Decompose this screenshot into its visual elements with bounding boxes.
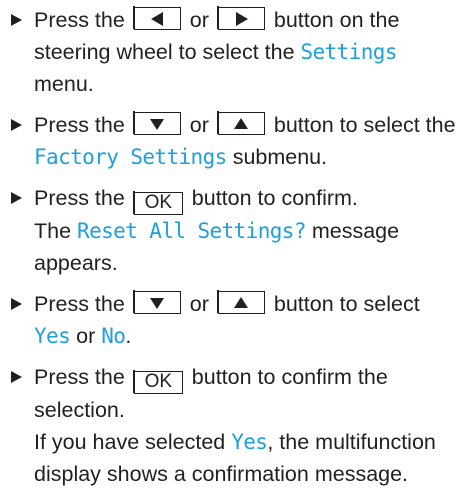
step-line: If you have selected Yes, the multifunct… xyxy=(34,426,464,458)
step-text: If you have selected xyxy=(34,430,226,454)
down-button-key xyxy=(133,290,181,314)
right-button-key xyxy=(217,6,265,30)
step-line: display shows a confirmation message. xyxy=(34,458,464,490)
step-text: appears. xyxy=(34,251,118,275)
step-text: Press the xyxy=(34,365,125,389)
step-line: Press the or button to select the xyxy=(34,109,464,141)
step-line: steering wheel to select the Settings xyxy=(34,36,464,68)
step-text: The xyxy=(34,219,72,243)
step-line: The Reset All Settings? message xyxy=(34,215,464,247)
step-text: steering wheel to select the xyxy=(34,40,295,64)
bullet-arrow-icon xyxy=(11,298,22,310)
step-text: or xyxy=(76,324,96,348)
down-button-key xyxy=(133,111,181,135)
left-button-key xyxy=(133,6,181,30)
step-select-settings-menu: Press the or button on the steering whee… xyxy=(8,4,464,100)
step-select-factory-settings: Press the or button to select the Factor… xyxy=(8,109,464,173)
up-button-key xyxy=(217,111,265,135)
step-text: Press the xyxy=(34,8,125,32)
step-text: Press the xyxy=(34,186,125,210)
ok-button-key: OK xyxy=(133,191,183,215)
up-triangle-icon xyxy=(234,117,249,129)
step-text: button on the xyxy=(273,8,400,32)
up-triangle-icon xyxy=(234,296,249,308)
down-triangle-icon xyxy=(150,297,165,309)
display-term-settings: Settings xyxy=(300,40,398,64)
display-term-yes: Yes xyxy=(231,430,268,454)
step-select-yes-or-no: Press the or button to select Yes or No. xyxy=(8,288,464,352)
instruction-steps: Press the or button on the steering whee… xyxy=(8,4,464,499)
step-text: or xyxy=(189,113,209,137)
step-line: Yes or No. xyxy=(34,320,464,352)
step-line: selection. xyxy=(34,394,464,426)
step-confirm-selection: Press the OK button to confirm the selec… xyxy=(8,361,464,490)
down-triangle-icon xyxy=(150,118,165,130)
step-confirm-reset: Press the OK button to confirm. The Rese… xyxy=(8,182,464,279)
step-line: appears. xyxy=(34,247,464,279)
step-text: . xyxy=(125,324,132,348)
step-text: button to select the xyxy=(273,113,456,137)
display-term-yes: Yes xyxy=(34,324,71,348)
step-text: Press the xyxy=(34,292,125,316)
step-text: or xyxy=(189,292,209,316)
step-line: Factory Settings submenu. xyxy=(34,141,464,173)
up-button-key xyxy=(217,290,265,314)
bullet-arrow-icon xyxy=(11,192,22,204)
ok-button-key: OK xyxy=(133,370,183,394)
bullet-arrow-icon xyxy=(11,119,22,131)
step-line: Press the or button on the xyxy=(34,4,464,36)
ok-key-label: OK xyxy=(144,371,173,392)
step-line: Press the or button to select xyxy=(34,288,464,320)
bullet-arrow-icon xyxy=(11,14,22,26)
display-term-reset-all-settings: Reset All Settings? xyxy=(77,219,306,243)
step-text: or xyxy=(189,8,209,32)
display-term-no: No xyxy=(101,324,126,348)
display-term-factory-settings: Factory Settings xyxy=(34,145,227,169)
step-text: button to select xyxy=(273,292,420,316)
step-text: selection. xyxy=(34,398,125,422)
step-text: submenu. xyxy=(232,145,328,169)
step-text: button to confirm. xyxy=(191,186,358,210)
step-text: display shows a confirmation message. xyxy=(34,462,409,486)
step-text: Press the xyxy=(34,113,125,137)
step-line: Press the OK button to confirm. xyxy=(34,182,464,215)
step-text: , the multifunction xyxy=(267,430,436,454)
ok-key-label: OK xyxy=(144,192,173,213)
left-triangle-icon xyxy=(151,11,164,26)
step-line: menu. xyxy=(34,68,464,100)
step-line: Press the OK button to confirm the xyxy=(34,361,464,394)
step-text: menu. xyxy=(34,72,94,96)
bullet-arrow-icon xyxy=(11,371,22,383)
step-text: message xyxy=(311,219,400,243)
right-triangle-icon xyxy=(236,11,249,26)
step-text: button to confirm the xyxy=(191,365,388,389)
